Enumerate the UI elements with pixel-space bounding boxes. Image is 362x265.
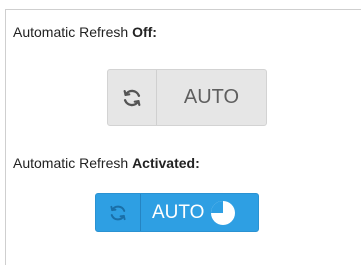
countdown-timer-icon <box>211 200 236 225</box>
refresh-icon <box>123 89 141 106</box>
timer-elapsed-wedge <box>211 200 224 213</box>
refresh-button[interactable] <box>108 70 157 125</box>
caption-prefix: Automatic Refresh <box>13 24 133 40</box>
caption-emphasis: Activated: <box>132 155 200 171</box>
caption-emphasis: Off: <box>132 24 157 40</box>
auto-toggle-label-container[interactable]: AUTO <box>141 194 258 231</box>
refresh-button[interactable] <box>96 194 141 231</box>
auto-refresh-button-off[interactable]: AUTO <box>107 69 267 126</box>
caption-refresh-off: Automatic Refresh Off: <box>13 24 157 40</box>
refresh-icon <box>110 205 126 220</box>
auto-toggle-label: AUTO <box>152 201 205 223</box>
auto-toggle-label[interactable]: AUTO <box>157 70 266 125</box>
auto-refresh-button-on[interactable]: AUTO <box>95 193 259 232</box>
caption-refresh-activated: Automatic Refresh Activated: <box>13 155 200 171</box>
caption-prefix: Automatic Refresh <box>13 155 133 171</box>
